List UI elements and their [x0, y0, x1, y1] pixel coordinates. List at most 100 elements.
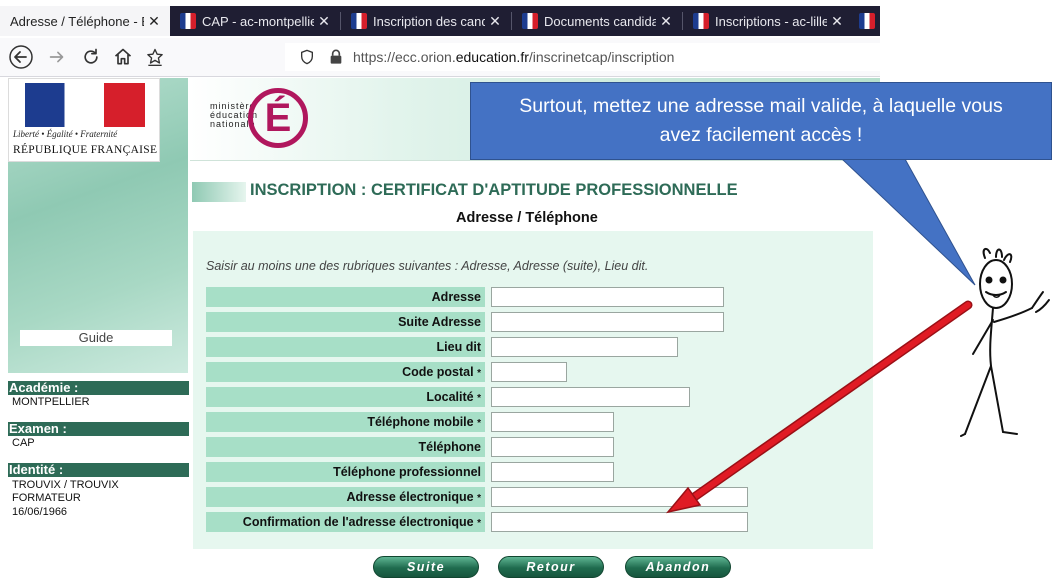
marianne-favicon-icon	[522, 13, 538, 29]
field-label: Lieu dit	[436, 340, 481, 354]
code-postal-input[interactable]	[491, 362, 567, 382]
close-icon[interactable]: ✕	[656, 13, 676, 30]
page-title: INSCRIPTION : CERTIFICAT D'APTITUDE PROF…	[250, 181, 738, 199]
page-subtitle: Adresse / Téléphone	[456, 210, 598, 226]
field-label: Adresse	[431, 290, 481, 304]
republique-francaise-text: RÉPUBLIQUE FRANÇAISE	[13, 144, 158, 156]
suite-button[interactable]: Suite	[373, 556, 479, 578]
url-path: /inscrinetcap/inscription	[528, 49, 675, 65]
field-label: Localité	[426, 390, 474, 404]
url-text[interactable]: https://ecc.orion.education.fr/inscrinet…	[353, 49, 674, 65]
url-prefix: https://ecc.orion.	[353, 49, 456, 65]
adresse-electronique-label: Adresse électronique *	[206, 487, 485, 507]
telephone-mobile-input[interactable]	[491, 412, 614, 432]
marianne-favicon-icon	[693, 13, 709, 29]
devise: Liberté • Égalité • Fraternité	[13, 129, 118, 139]
confirmation-adresse-electronique-input[interactable]	[491, 512, 748, 532]
forward-icon	[49, 51, 64, 63]
field-label: Code postal	[402, 365, 474, 379]
field-label: Suite Adresse	[398, 315, 481, 329]
lieu-dit-input[interactable]	[491, 337, 678, 357]
bookmark-star-icon	[147, 48, 163, 66]
stick-figure-icon	[960, 247, 1050, 437]
required-marker: *	[477, 518, 481, 529]
field-label: Adresse électronique	[346, 490, 474, 504]
code-postal-label: Code postal *	[206, 362, 485, 382]
reload-icon	[84, 48, 98, 64]
callout-line2: avez facilement accès !	[659, 124, 863, 146]
required-marker: *	[477, 418, 481, 429]
adresse-label: Adresse	[206, 287, 485, 307]
telephone-professionnel-input[interactable]	[491, 462, 614, 482]
marianne-favicon-icon	[351, 13, 367, 29]
suite-adresse-label: Suite Adresse	[206, 312, 485, 332]
close-icon[interactable]: ✕	[144, 13, 164, 30]
academie-label: Académie :	[8, 381, 189, 395]
sidebar-banner: Liberté • Égalité • Fraternité RÉPUBLIQU…	[8, 78, 188, 373]
tab-title: Documents candida	[544, 13, 656, 29]
localite-input[interactable]	[491, 387, 690, 407]
left-sidebar: Liberté • Égalité • Fraternité RÉPUBLIQU…	[8, 78, 189, 587]
browser-tab-bar: Adresse / Téléphone - E ✕ CAP - ac-montp…	[0, 0, 1057, 38]
home-icon	[114, 48, 132, 65]
tab-documents-candidats[interactable]: Documents candida ✕	[512, 6, 682, 36]
adresse-input[interactable]	[491, 287, 724, 307]
url-domain: education.fr	[455, 49, 529, 65]
localite-label: Localité *	[206, 387, 485, 407]
close-icon[interactable]: ✕	[827, 13, 847, 30]
tab-overflow[interactable]	[853, 6, 880, 36]
education-nationale-logo-icon: É	[248, 88, 308, 148]
tab-title: Inscriptions - ac-lille	[715, 13, 827, 29]
form-instruction: Saisir au moins une des rubriques suivan…	[206, 259, 649, 273]
tab-adresse-telephone[interactable]: Adresse / Téléphone - E ✕	[0, 6, 170, 36]
reload-button[interactable]	[78, 44, 104, 70]
telephone-input[interactable]	[491, 437, 614, 457]
required-marker: *	[477, 493, 481, 504]
lieu-dit-label: Lieu dit	[206, 337, 485, 357]
tab-inscriptions-ac-lille[interactable]: Inscriptions - ac-lille ✕	[683, 6, 853, 36]
tab-title: CAP - ac-montpellier	[202, 13, 314, 29]
field-label: Téléphone mobile	[367, 415, 474, 429]
shield-icon[interactable]	[299, 49, 315, 65]
required-marker: *	[477, 393, 481, 404]
retour-button[interactable]: Retour	[498, 556, 604, 578]
identite-date: 16/06/1966	[12, 506, 68, 518]
identite-first: FORMATEUR	[12, 492, 81, 504]
examen-value: CAP	[12, 437, 35, 449]
tab-title: Adresse / Téléphone - E	[10, 13, 144, 29]
tab-title: Inscription des cand	[373, 13, 485, 29]
confirmation-adresse-electronique-label: Confirmation de l'adresse électronique *	[206, 512, 485, 532]
title-decoration	[192, 182, 246, 202]
lock-icon[interactable]	[329, 49, 343, 65]
suite-adresse-input[interactable]	[491, 312, 724, 332]
callout-box: Surtout, mettez une adresse mail valide,…	[470, 82, 1052, 160]
republique-francaise-logo: Liberté • Égalité • Fraternité RÉPUBLIQU…	[8, 78, 160, 162]
forward-button[interactable]	[44, 44, 70, 70]
tab-cap-montpellier[interactable]: CAP - ac-montpellier ✕	[170, 6, 340, 36]
browser-nav-bar: https://ecc.orion.education.fr/inscrinet…	[0, 38, 880, 77]
bookmarks-button[interactable]	[142, 44, 168, 70]
adresse-electronique-input[interactable]	[491, 487, 748, 507]
required-marker: *	[477, 368, 481, 379]
examen-label: Examen :	[8, 422, 189, 436]
tab-inscription-candidats[interactable]: Inscription des cand ✕	[341, 6, 511, 36]
callout-line1: Surtout, mettez une adresse mail valide,…	[519, 95, 1003, 117]
field-label: Téléphone	[418, 440, 481, 454]
field-label: Confirmation de l'adresse électronique	[242, 515, 474, 529]
back-icon	[9, 45, 33, 69]
home-button[interactable]	[110, 44, 136, 70]
close-icon[interactable]: ✕	[485, 13, 505, 30]
marianne-flag-icon	[25, 83, 145, 127]
identite-label: Identité :	[8, 463, 189, 477]
telephone-mobile-label: Téléphone mobile *	[206, 412, 485, 432]
close-icon[interactable]: ✕	[314, 13, 334, 30]
guide-link[interactable]: Guide	[20, 330, 172, 346]
field-label: Téléphone professionnel	[333, 465, 481, 479]
identite-name: TROUVIX / TROUVIX	[12, 479, 119, 491]
academie-value: MONTPELLIER	[12, 396, 90, 408]
telephone-label: Téléphone	[206, 437, 485, 457]
url-bar[interactable]: https://ecc.orion.education.fr/inscrinet…	[285, 43, 880, 71]
telephone-professionnel-label: Téléphone professionnel	[206, 462, 485, 482]
back-button[interactable]	[8, 44, 34, 70]
abandon-button[interactable]: Abandon	[625, 556, 731, 578]
